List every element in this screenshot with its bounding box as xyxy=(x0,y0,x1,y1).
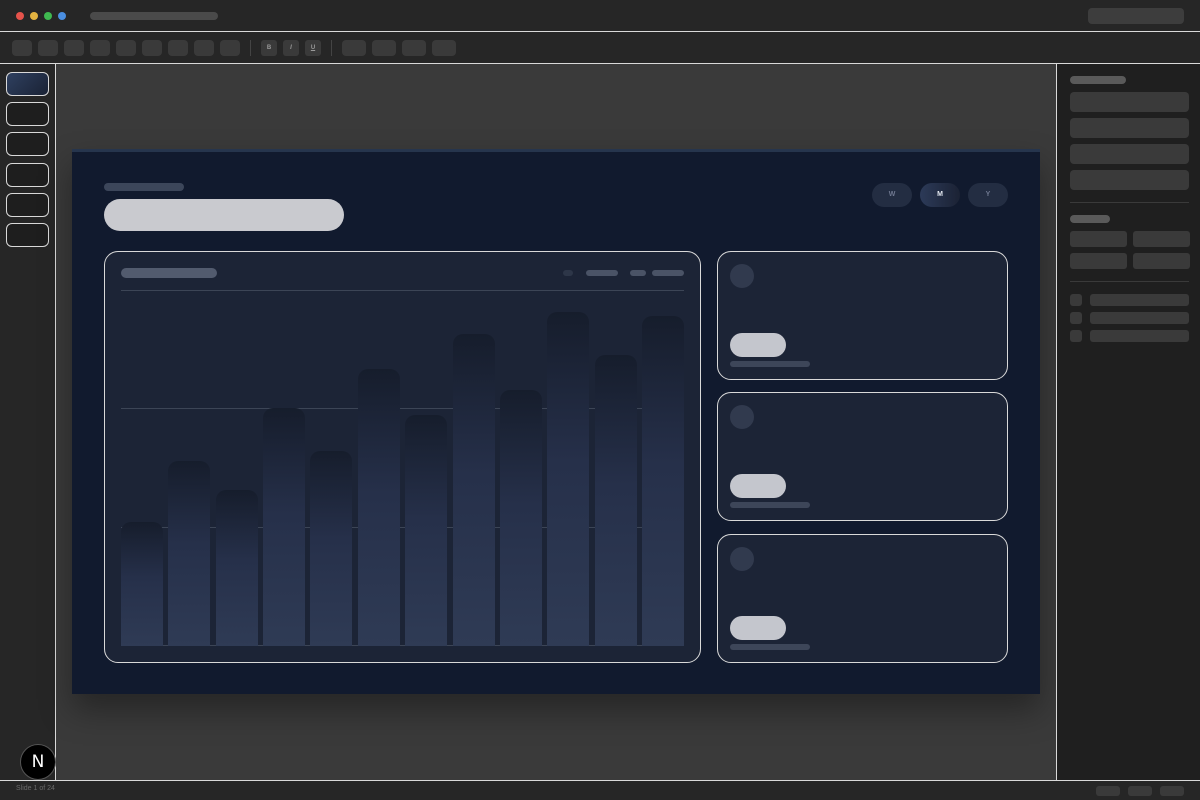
window-extra-button[interactable] xyxy=(58,12,66,20)
chart-bar xyxy=(168,461,211,646)
property-field[interactable] xyxy=(1070,144,1189,164)
chart-bar xyxy=(263,408,306,646)
property-field[interactable] xyxy=(1070,118,1189,138)
kpi-icon xyxy=(730,547,754,571)
panel-divider xyxy=(1070,281,1189,282)
toolbar-button[interactable] xyxy=(194,40,214,56)
chart-title xyxy=(121,268,217,278)
range-toggle-year[interactable]: Y xyxy=(968,183,1008,207)
kpi-icon xyxy=(730,405,754,429)
chart-bar xyxy=(452,333,495,646)
status-button[interactable] xyxy=(1096,786,1120,796)
toolbar: B I U xyxy=(0,32,1200,64)
kpi-icon xyxy=(730,264,754,288)
share-button[interactable] xyxy=(1088,8,1184,24)
slide-counter: Slide 1 of 24 xyxy=(16,785,55,792)
kpi-card[interactable] xyxy=(717,534,1008,663)
property-field[interactable] xyxy=(1133,253,1190,269)
status-button[interactable] xyxy=(1160,786,1184,796)
property-field[interactable] xyxy=(1070,231,1127,247)
toolbar-button[interactable] xyxy=(372,40,396,56)
option-checkbox[interactable] xyxy=(1070,294,1082,306)
toolbar-button[interactable] xyxy=(432,40,456,56)
kpi-label xyxy=(730,644,810,650)
chart-card[interactable] xyxy=(104,251,701,663)
slide-thumbnail[interactable] xyxy=(6,193,49,217)
toolbar-button[interactable] xyxy=(116,40,136,56)
option-checkbox[interactable] xyxy=(1070,312,1082,324)
legend-label xyxy=(652,270,684,276)
chart-bar xyxy=(547,312,590,646)
slide-headline[interactable] xyxy=(104,199,344,231)
chart-bar xyxy=(594,354,637,646)
panel-section-heading xyxy=(1070,76,1126,84)
property-field[interactable] xyxy=(1133,231,1190,247)
status-bar: Slide 1 of 24 xyxy=(0,780,1200,800)
toolbar-button[interactable] xyxy=(220,40,240,56)
range-toggle-month[interactable]: M xyxy=(920,183,960,207)
status-button[interactable] xyxy=(1128,786,1152,796)
toolbar-button[interactable] xyxy=(402,40,426,56)
chart-bar xyxy=(642,315,684,646)
option-label xyxy=(1090,294,1189,306)
kpi-value xyxy=(730,333,786,357)
toolbar-divider xyxy=(250,40,251,56)
slide-thumbnail-panel xyxy=(0,64,56,780)
gridline xyxy=(121,290,684,291)
bold-button[interactable]: B xyxy=(261,40,277,56)
slide-thumbnail[interactable] xyxy=(6,102,49,126)
chart-bar xyxy=(121,521,163,646)
range-toggle-week[interactable]: W xyxy=(872,183,912,207)
kpi-label xyxy=(730,361,810,367)
slide-thumbnail[interactable] xyxy=(6,163,49,187)
chart-bar xyxy=(310,450,353,646)
toolbar-button[interactable] xyxy=(342,40,366,56)
legend-label xyxy=(586,270,618,276)
chart-bar xyxy=(215,489,258,646)
kpi-value xyxy=(730,616,786,640)
panel-divider xyxy=(1070,202,1189,203)
property-field[interactable] xyxy=(1070,92,1189,112)
property-field[interactable] xyxy=(1070,170,1189,190)
toolbar-button[interactable] xyxy=(38,40,58,56)
legend-swatch xyxy=(630,270,646,276)
toolbar-button[interactable] xyxy=(168,40,188,56)
toolbar-button[interactable] xyxy=(90,40,110,56)
kpi-card[interactable] xyxy=(717,251,1008,380)
property-field[interactable] xyxy=(1070,253,1127,269)
slide-kicker xyxy=(104,183,184,191)
app-logo-icon[interactable]: N xyxy=(20,744,56,780)
toolbar-button[interactable] xyxy=(142,40,162,56)
underline-button[interactable]: U xyxy=(305,40,321,56)
option-checkbox[interactable] xyxy=(1070,330,1082,342)
slide[interactable]: W M Y xyxy=(72,149,1040,694)
panel-section-heading xyxy=(1070,215,1110,223)
bar-chart xyxy=(121,290,684,646)
toolbar-divider xyxy=(331,40,332,56)
kpi-card[interactable] xyxy=(717,392,1008,521)
close-window-button[interactable] xyxy=(16,12,24,20)
option-label xyxy=(1090,330,1189,342)
properties-panel xyxy=(1056,64,1200,780)
option-label xyxy=(1090,312,1189,324)
chart-bar xyxy=(357,369,400,646)
chart-bar xyxy=(405,415,448,646)
kpi-label xyxy=(730,502,810,508)
kpi-value xyxy=(730,474,786,498)
slide-thumbnail[interactable] xyxy=(6,132,49,156)
legend-swatch xyxy=(563,270,573,276)
slide-thumbnail[interactable] xyxy=(6,223,49,247)
italic-button[interactable]: I xyxy=(283,40,299,56)
toolbar-button[interactable] xyxy=(12,40,32,56)
title-bar xyxy=(0,0,1200,32)
toolbar-button[interactable] xyxy=(64,40,84,56)
minimize-window-button[interactable] xyxy=(30,12,38,20)
zoom-window-button[interactable] xyxy=(44,12,52,20)
chart-bar xyxy=(499,390,542,646)
slide-thumbnail-active[interactable] xyxy=(6,72,49,96)
window-title xyxy=(90,12,218,20)
